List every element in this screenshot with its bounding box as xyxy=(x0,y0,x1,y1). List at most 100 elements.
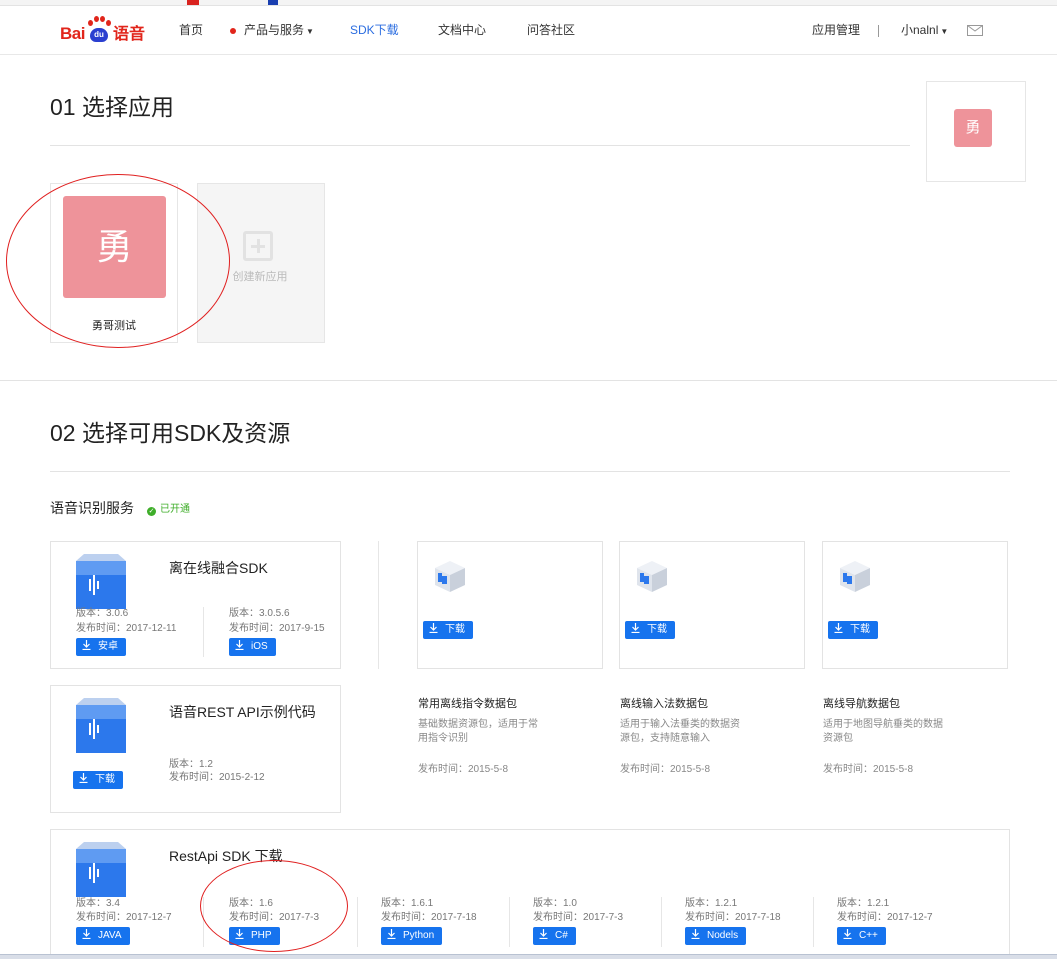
nav-home[interactable]: 首页 xyxy=(179,6,203,55)
sdk-card-offline: 离在线融合SDK 版本：3.0.6 发布时间：2017-12-11 安卓 版本：… xyxy=(50,541,341,669)
package-desc-line: 源包，支持随意输入 xyxy=(620,733,710,744)
button-label: iOS xyxy=(251,641,268,652)
service-label: 语音识别服务 xyxy=(50,500,134,516)
check-icon: ✓ xyxy=(147,507,156,516)
top-nav-bar: Bai du 语音 首页 产品与服务 ▼ SDK下载 文档中心 问答社区 应用管理… xyxy=(0,6,1057,55)
download-icon xyxy=(235,640,244,650)
logo-du-text: du xyxy=(89,28,108,42)
button-label: 安卓 xyxy=(98,641,118,652)
download-button[interactable]: 下载 xyxy=(73,771,123,789)
nav-products-label: 产品与服务 xyxy=(244,23,305,37)
download-icon xyxy=(387,929,396,939)
package-card-input: 下载 xyxy=(619,541,805,669)
nav-app-manage[interactable]: 应用管理 xyxy=(812,6,860,55)
nav-community[interactable]: 问答社区 xyxy=(527,6,575,55)
button-label: 下载 xyxy=(850,624,870,635)
button-label: Nodels xyxy=(707,930,739,941)
logo-suffix: 语音 xyxy=(112,26,145,43)
button-label: C# xyxy=(555,930,568,941)
sdk-card-restapi: RestApi SDK 下载 版本：3.4 发布时间：2017-12-7 JAV… xyxy=(50,829,1010,959)
download-java-button[interactable]: JAVA xyxy=(76,927,130,945)
paw-icon: du xyxy=(86,16,112,44)
version-text: 版本：1.2 xyxy=(169,759,213,770)
cube-icon xyxy=(840,561,870,592)
button-label: 下载 xyxy=(445,624,465,635)
create-new-app-card[interactable]: 创建新应用 xyxy=(197,183,325,343)
download-icon xyxy=(82,929,91,939)
version-text: 版本：1.6.1 xyxy=(381,898,434,909)
download-cpp-button[interactable]: C++ xyxy=(837,927,886,945)
download-button[interactable]: 下载 xyxy=(423,621,473,639)
baidu-voice-logo[interactable]: Bai du 语音 xyxy=(60,14,145,44)
version-text: 版本：3.0.5.6 xyxy=(229,608,290,619)
user-name: 小nalnl xyxy=(901,23,939,37)
package-description: 适用于输入法垂类的数据资 源包，支持随意输入 xyxy=(620,718,750,746)
package-desc-line: 资源包 xyxy=(823,733,853,744)
version-text: 版本：3.0.6 xyxy=(76,608,129,619)
release-date: 发布时间：2017-12-11 xyxy=(76,623,177,634)
download-python-button[interactable]: Python xyxy=(381,927,443,945)
section-divider xyxy=(0,380,1057,381)
download-button[interactable]: 下载 xyxy=(625,621,675,639)
package-card-commands: 下载 xyxy=(417,541,603,669)
column-divider xyxy=(203,607,204,657)
package-title: 离线输入法数据包 xyxy=(620,698,708,710)
sdk-box-icon xyxy=(76,554,126,609)
download-php-button[interactable]: PHP xyxy=(229,927,280,945)
mail-icon[interactable] xyxy=(967,25,983,36)
download-nodejs-button[interactable]: Nodels xyxy=(685,927,747,945)
release-date: 发布时间：2017-7-3 xyxy=(533,912,624,923)
card-title: 语音REST API示例代码 xyxy=(169,704,316,720)
create-new-app-label: 创建新应用 xyxy=(232,271,288,283)
browser-tab-mark xyxy=(268,0,278,5)
download-icon xyxy=(843,929,852,939)
service-status-badge: ✓ 已开通 xyxy=(147,500,190,516)
download-android-button[interactable]: 安卓 xyxy=(76,638,126,656)
column-divider xyxy=(203,897,204,947)
column-divider xyxy=(509,897,510,947)
download-icon xyxy=(834,623,843,633)
package-desc-line: 适用于地图导航垂类的数据 xyxy=(823,719,943,730)
download-icon xyxy=(235,929,244,939)
app-name: 勇哥测试 xyxy=(92,320,136,332)
button-label: PHP xyxy=(251,930,272,941)
version-text: 版本：1.0 xyxy=(533,898,577,909)
package-date: 发布时间：2015-5-8 xyxy=(418,764,509,775)
package-desc-line: 基础数据资源包，适用于常 xyxy=(418,719,538,730)
app-card-selected[interactable]: 勇 勇哥测试 xyxy=(50,183,178,343)
card-title: RestApi SDK 下载 xyxy=(169,848,283,864)
package-card-navigation: 下载 xyxy=(822,541,1008,669)
section-select-app-title: 01 选择应用 xyxy=(50,94,174,120)
nav-divider xyxy=(878,25,879,37)
nav-products[interactable]: 产品与服务 ▼ xyxy=(230,6,314,55)
sdk-box-icon xyxy=(76,842,126,897)
download-csharp-button[interactable]: C# xyxy=(533,927,576,945)
download-icon xyxy=(82,640,91,650)
service-status-text: 已开通 xyxy=(160,504,190,515)
app-avatar-tile: 勇 xyxy=(63,196,166,298)
button-label: Python xyxy=(403,930,435,941)
package-date: 发布时间：2015-5-8 xyxy=(620,764,711,775)
os-taskbar xyxy=(0,954,1057,959)
column-divider xyxy=(813,897,814,947)
download-icon xyxy=(429,623,438,633)
column-divider xyxy=(357,897,358,947)
download-ios-button[interactable]: iOS xyxy=(229,638,276,656)
download-button[interactable]: 下载 xyxy=(828,621,878,639)
divider xyxy=(50,471,1010,472)
release-date: 发布时间：2017-7-18 xyxy=(381,912,477,923)
section-select-sdk-title: 02 选择可用SDK及资源 xyxy=(50,420,291,446)
plus-icon xyxy=(243,231,273,261)
selected-app-preview: 勇 xyxy=(926,81,1026,182)
download-icon xyxy=(79,773,88,783)
version-text: 版本：1.2.1 xyxy=(685,898,738,909)
version-text: 版本：1.6 xyxy=(229,898,273,909)
nav-sdk-download[interactable]: SDK下载 xyxy=(350,6,399,55)
button-label: C++ xyxy=(859,930,878,941)
user-menu[interactable]: 小nalnl ▼ xyxy=(901,6,948,55)
column-divider xyxy=(378,541,379,669)
download-icon xyxy=(631,623,640,633)
version-text: 版本：3.4 xyxy=(76,898,120,909)
card-title: 离在线融合SDK xyxy=(169,560,268,576)
nav-docs[interactable]: 文档中心 xyxy=(438,6,486,55)
